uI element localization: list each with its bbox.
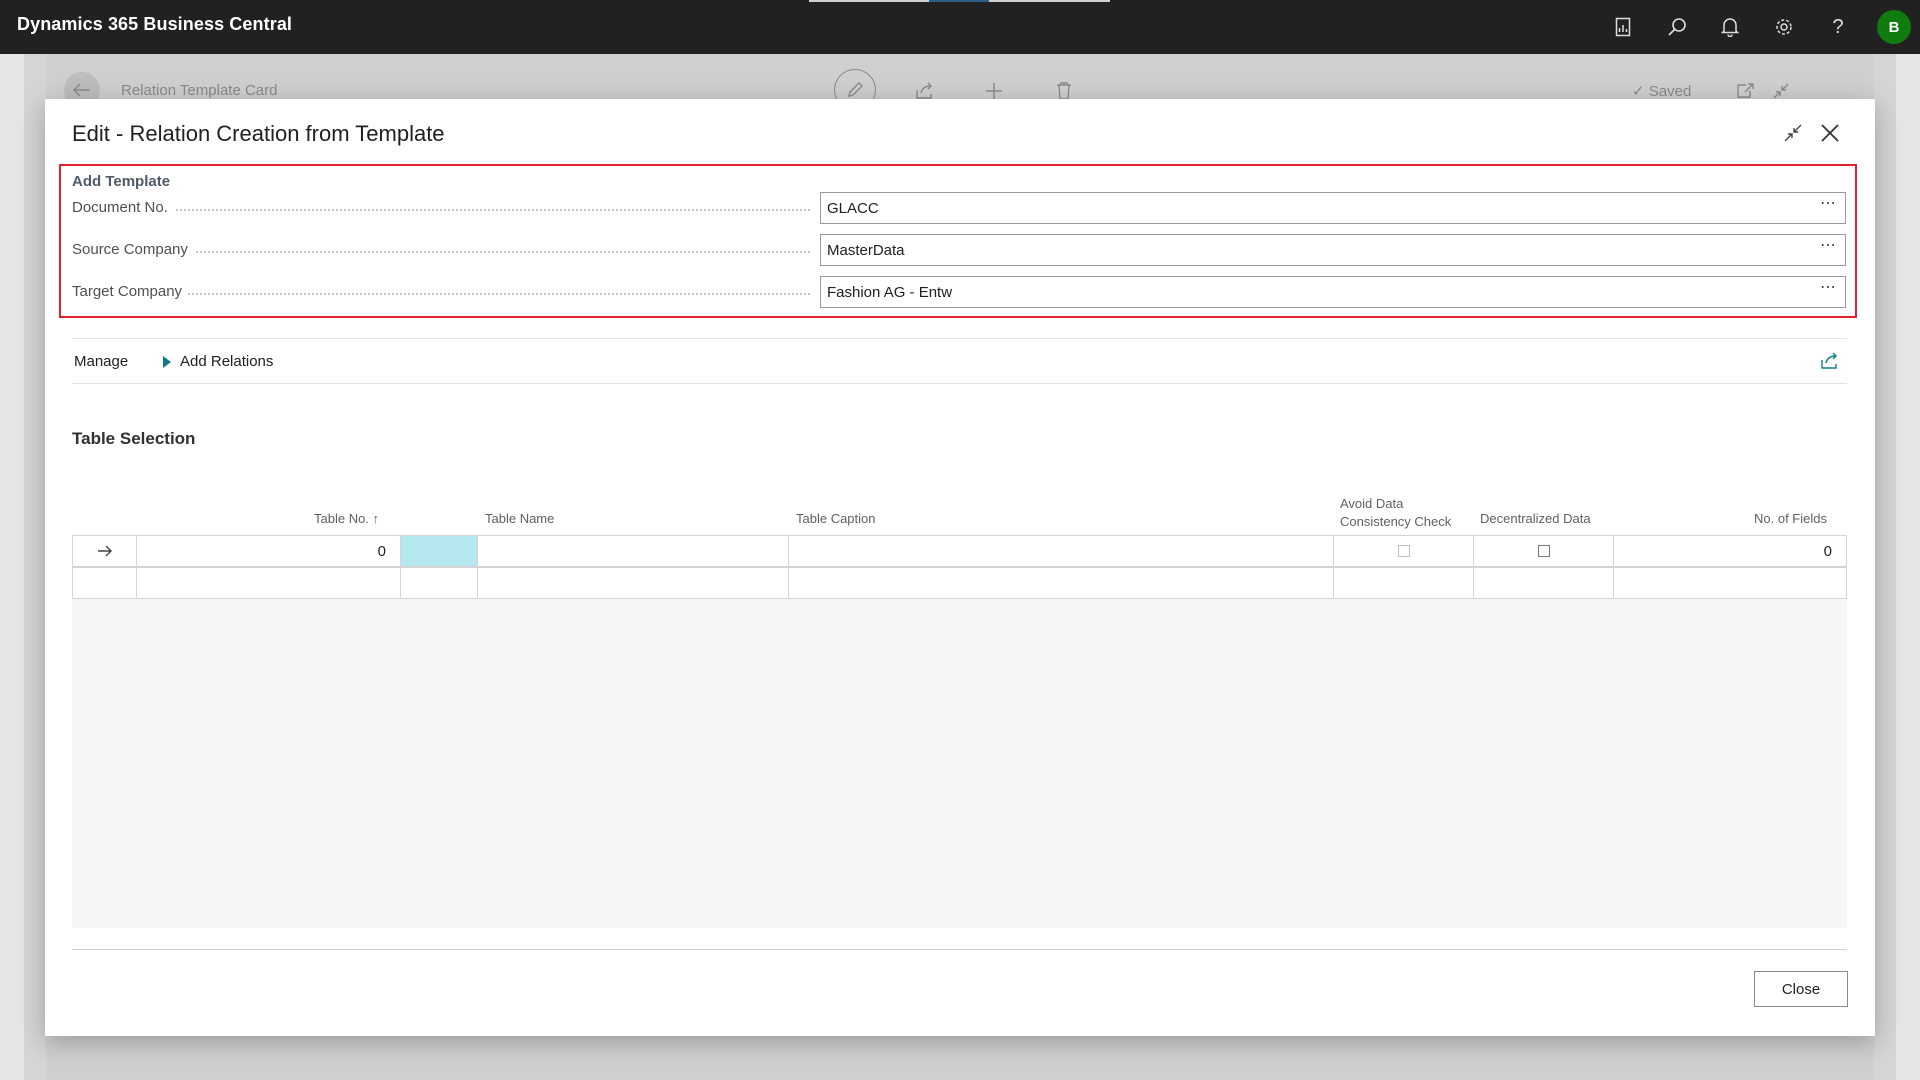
decentralized-cell[interactable] [1474,568,1614,598]
table-no-cell[interactable]: 0 [137,536,401,566]
loading-bar-progress [929,0,989,2]
fasttab-title[interactable]: Add Template [72,173,170,190]
avoid-check-cell [1334,568,1474,598]
report-icon[interactable] [1610,14,1636,40]
column-header-table-caption[interactable]: Table Caption [796,510,876,528]
bell-icon[interactable] [1717,14,1743,40]
app-title: Dynamics 365 Business Central [17,14,293,34]
gear-icon[interactable] [1771,14,1797,40]
close-icon[interactable] [1816,119,1844,147]
saved-status: ✓ Saved [1632,83,1692,100]
row-indicator[interactable] [73,568,137,598]
target-company-input[interactable]: Fashion AG - Entw ⋯ [820,276,1846,308]
selected-cell[interactable] [401,536,478,566]
column-header-avoid-check[interactable]: Avoid Data Consistency Check [1340,495,1451,531]
divider [72,949,1847,950]
help-icon[interactable]: ? [1825,14,1851,40]
grid-cell[interactable] [401,568,478,598]
divider [72,338,1847,339]
table-no-cell[interactable] [137,568,401,598]
field-leader-dots [72,209,810,211]
arrow-right-icon [97,545,112,557]
lookup-ellipsis-icon[interactable]: ⋯ [1820,277,1837,297]
search-icon[interactable] [1664,14,1690,40]
no-of-fields-cell [1614,568,1846,598]
table-caption-cell[interactable] [789,536,1334,566]
edit-dialog: Edit - Relation Creation from Template A… [45,99,1875,1036]
table-caption-cell[interactable] [789,568,1334,598]
share-icon[interactable] [1819,350,1841,372]
collapse-icon[interactable] [1781,121,1805,145]
lookup-ellipsis-icon[interactable]: ⋯ [1820,235,1837,255]
divider [72,383,1847,384]
section-title[interactable]: Table Selection [72,429,195,449]
column-header-decentralized[interactable]: Decentralized Data [1480,510,1591,528]
avoid-check-cell [1334,536,1474,566]
field-label: Target Company [72,283,189,300]
no-of-fields-cell: 0 [1823,542,1832,560]
row-indicator[interactable] [73,536,137,566]
table-name-cell[interactable] [478,568,789,598]
table-name-cell[interactable] [478,536,789,566]
source-company-field: Source Company MasterData ⋯ [72,234,1846,266]
avoid-check-checkbox [1397,545,1410,557]
field-label: Document No. [72,199,174,216]
top-bar: Dynamics 365 Business Central ? B [0,0,1920,54]
add-relations-button[interactable]: Add Relations [162,353,273,370]
decentralized-checkbox[interactable] [1537,545,1550,557]
field-label: Source Company [72,241,194,258]
background-page-title: Relation Template Card [121,82,278,99]
avatar[interactable]: B [1877,10,1911,44]
document-no-input[interactable]: GLACC ⋯ [820,192,1846,224]
lookup-ellipsis-icon[interactable]: ⋯ [1820,193,1837,213]
check-icon: ✓ [1632,83,1645,100]
source-company-input[interactable]: MasterData ⋯ [820,234,1846,266]
target-company-field: Target Company Fashion AG - Entw ⋯ [72,276,1846,308]
document-no-field: Document No. GLACC ⋯ [72,192,1846,224]
dialog-title: Edit - Relation Creation from Template [72,121,445,146]
decentralized-cell[interactable] [1474,536,1614,566]
column-header-table-no[interactable]: Table No. ↑ [314,510,379,528]
column-header-no-of-fields[interactable]: No. of Fields [1754,510,1827,528]
close-button[interactable]: Close [1754,971,1848,1007]
column-header-table-name[interactable]: Table Name [485,510,554,528]
play-icon [163,355,171,368]
table-row[interactable]: 0 0 [72,535,1847,567]
table-row-empty[interactable] [72,567,1847,599]
manage-menu[interactable]: Manage [74,353,128,370]
